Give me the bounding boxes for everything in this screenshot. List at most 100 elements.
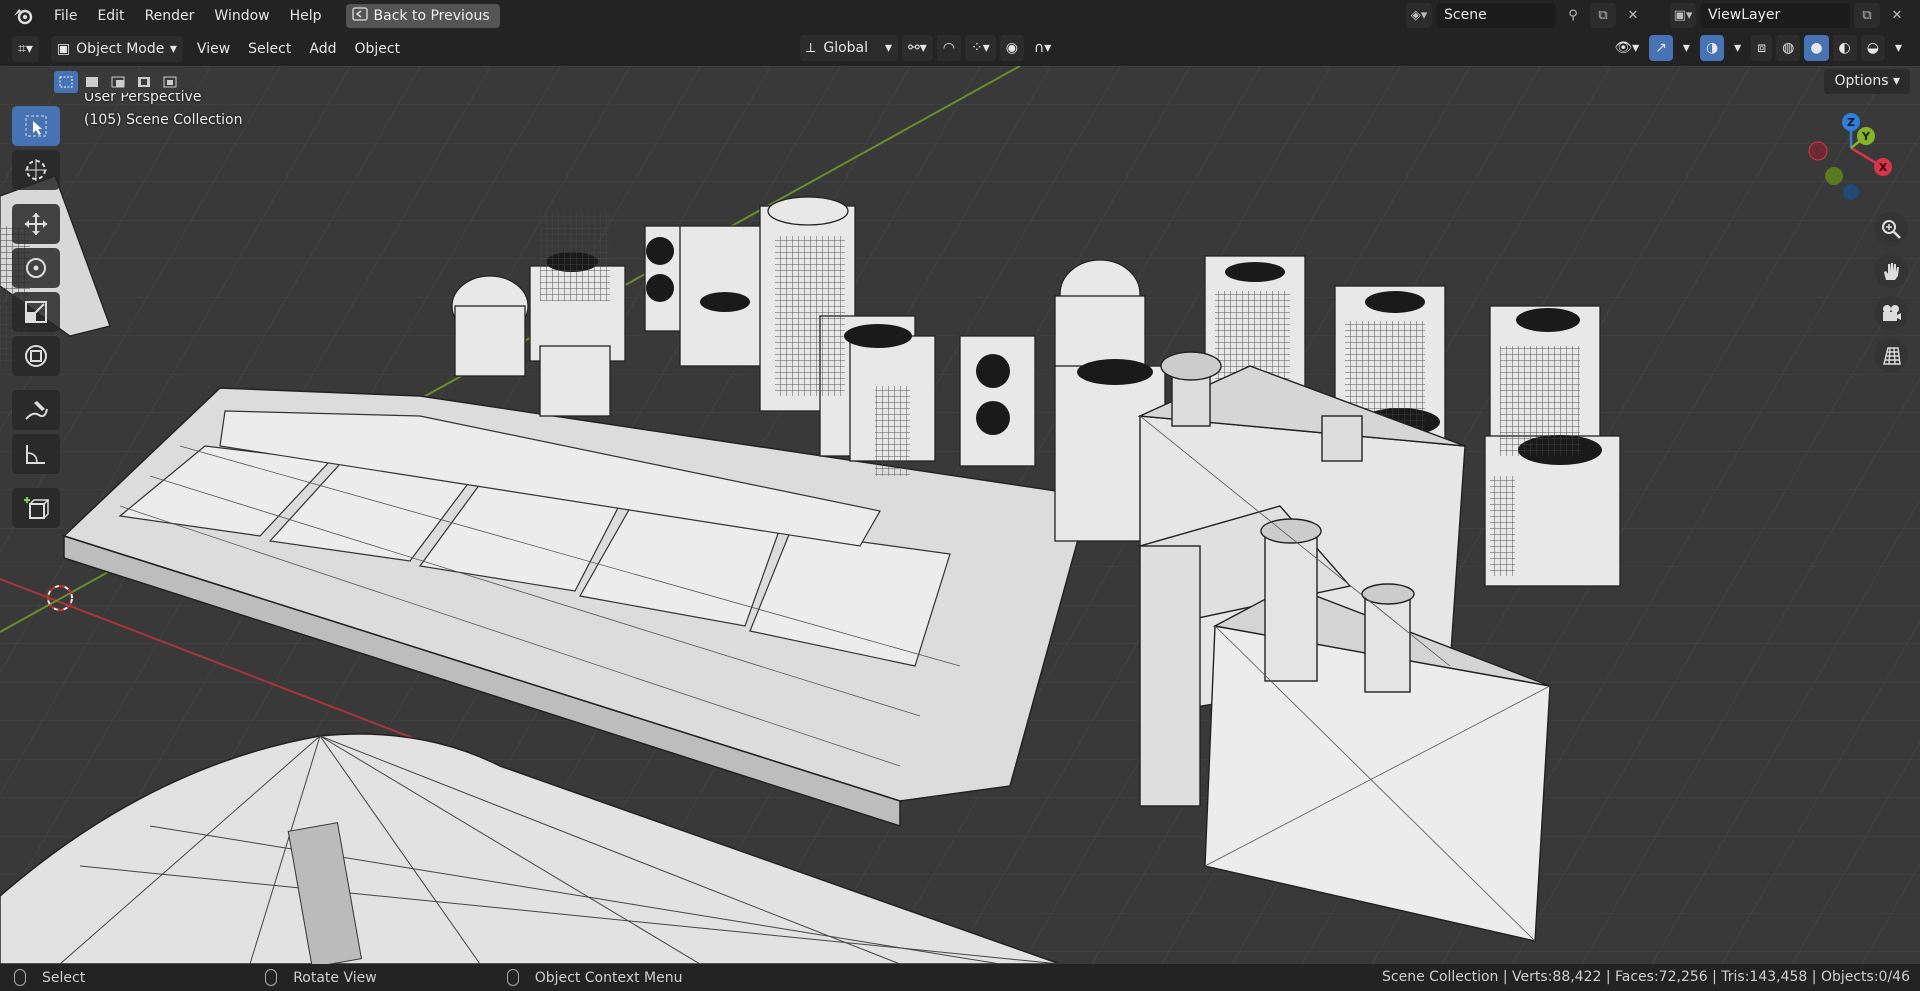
viewport-header: ⌗▾ ▣ Object Mode ▾ View Select Add Objec…	[0, 31, 1920, 66]
proportional-edit-toggle[interactable]: ◉	[999, 35, 1024, 61]
add-cube-icon[interactable]	[12, 488, 60, 528]
menu-render[interactable]: Render	[135, 4, 205, 28]
eye-icon: 👁▾	[1614, 40, 1640, 56]
mode-selector[interactable]: ▣ Object Mode ▾	[50, 35, 183, 62]
pivot-point-button[interactable]: ⚯▾	[902, 35, 933, 61]
top-bar: File Edit Render Window Help Back to Pre…	[0, 0, 1920, 31]
status-select-label: Select	[42, 969, 86, 986]
chevron-down-icon: ▾	[169, 40, 177, 57]
chevron-down-icon: ▾	[1892, 73, 1900, 89]
solid-shading[interactable]: ●	[1804, 35, 1829, 61]
scene-name-field[interactable]: Scene	[1436, 3, 1556, 28]
gizmo-icon: ↗	[1655, 40, 1667, 56]
editor-type-icon: ⌗▾	[18, 40, 33, 57]
snap-toggle[interactable]: ◠	[936, 35, 961, 61]
status-context: Object Context Menu	[506, 969, 683, 986]
transform-controls: ⟂ Global ▾ ⚯▾ ◠ ⁘▾ ◉ ∩▾	[800, 35, 1057, 61]
menu-select[interactable]: Select	[242, 36, 297, 62]
material-shading[interactable]: ◐	[1832, 35, 1857, 61]
new-scene-icon[interactable]: ⧉	[1590, 3, 1616, 28]
mouse-right-icon	[506, 969, 519, 986]
status-rotate-label: Rotate View	[293, 969, 377, 986]
menu-object[interactable]: Object	[348, 36, 406, 62]
scene-render	[0, 66, 1920, 964]
scale-icon[interactable]	[12, 292, 60, 332]
select-intersect-icon[interactable]	[158, 71, 182, 93]
close-view-layer-icon[interactable]: ✕	[1884, 3, 1910, 28]
zoom-icon[interactable]	[1874, 212, 1908, 246]
options-button[interactable]: Options ▾	[1824, 69, 1910, 94]
rendered-shading[interactable]: ◒	[1860, 35, 1885, 61]
camera-icon[interactable]	[1874, 296, 1908, 330]
chevron-down-icon: ▾	[1734, 40, 1742, 56]
menu-view[interactable]: View	[191, 36, 236, 62]
grid-icon[interactable]	[1874, 338, 1908, 372]
visibility-button[interactable]: 👁▾	[1608, 35, 1645, 61]
3d-viewport[interactable]: User Perspective (105) Scene Collection	[0, 66, 1920, 964]
overlay-icon: ◑	[1705, 40, 1719, 56]
menu-add[interactable]: Add	[303, 36, 342, 62]
navigation-gizmo[interactable]: Z Y X	[1796, 112, 1906, 212]
transform-icon[interactable]	[12, 336, 60, 376]
orientation-label: Global	[823, 40, 869, 56]
menu-file[interactable]: File	[44, 4, 87, 28]
svg-text:Z: Z	[1847, 116, 1855, 129]
new-view-layer-icon[interactable]: ⧉	[1854, 3, 1880, 28]
xray-icon: ⧈	[1757, 40, 1767, 56]
chevron-down-icon: ▾	[1894, 40, 1902, 56]
back-to-previous-label: Back to Previous	[373, 7, 490, 24]
transform-orientation-selector[interactable]: ⟂ Global ▾	[800, 35, 898, 61]
status-bar: Select Rotate View Object Context Menu S…	[0, 964, 1920, 991]
orientation-icon: ⟂	[806, 40, 816, 56]
select-box-icon[interactable]	[12, 106, 60, 146]
svg-text:X: X	[1879, 161, 1888, 174]
falloff-button[interactable]: ∩▾	[1028, 35, 1057, 61]
material-icon: ◐	[1838, 40, 1851, 56]
wireframe-shading[interactable]: ◍	[1776, 35, 1801, 61]
falloff-icon: ∩▾	[1033, 40, 1052, 56]
shading-menu[interactable]: ▾	[1889, 35, 1908, 61]
overlay-toggle[interactable]: ◑	[1699, 35, 1725, 61]
mouse-middle-icon	[265, 969, 278, 986]
select-new-icon[interactable]	[54, 71, 78, 93]
select-invert-icon[interactable]	[132, 71, 156, 93]
snap-icon: ◠	[942, 40, 955, 56]
editor-type-button[interactable]: ⌗▾	[12, 35, 39, 62]
blender-logo-icon[interactable]	[10, 3, 36, 29]
xray-toggle[interactable]: ⧈	[1751, 35, 1773, 61]
hand-icon[interactable]	[1874, 254, 1908, 288]
menu-window[interactable]: Window	[204, 4, 279, 28]
pin-icon[interactable]: ⚲	[1560, 3, 1586, 28]
svg-text:Y: Y	[1861, 130, 1871, 143]
scene-selector: ◈▾ Scene ⚲ ⧉ ✕	[1406, 3, 1646, 28]
gizmo-toggle[interactable]: ↗	[1649, 35, 1673, 61]
overlay-menu[interactable]: ▾	[1728, 35, 1747, 61]
view-layer-field[interactable]: ViewLayer	[1700, 3, 1850, 28]
select-extend-icon[interactable]	[80, 71, 104, 93]
mode-label: Object Mode	[76, 40, 165, 57]
close-scene-icon[interactable]: ✕	[1620, 3, 1646, 28]
status-select: Select	[14, 969, 85, 986]
snap-target-button[interactable]: ⁘▾	[964, 35, 996, 61]
menu-edit[interactable]: Edit	[87, 4, 134, 28]
measure-icon[interactable]	[12, 434, 60, 474]
snap-grid-icon: ⁘▾	[970, 40, 990, 56]
object-mode-icon: ▣	[56, 40, 71, 57]
proportional-icon: ◉	[1005, 40, 1018, 56]
back-to-previous-button[interactable]: Back to Previous	[345, 3, 500, 28]
wireframe-icon: ◍	[1782, 40, 1795, 56]
gizmo-menu[interactable]: ▾	[1677, 35, 1696, 61]
annotate-icon[interactable]	[12, 390, 60, 430]
status-context-label: Object Context Menu	[534, 969, 683, 986]
menu-help[interactable]: Help	[280, 4, 332, 28]
rotate-icon[interactable]	[12, 248, 60, 288]
back-icon	[351, 6, 368, 25]
view-layer-icon[interactable]: ▣▾	[1670, 3, 1696, 28]
scene-icon[interactable]: ◈▾	[1406, 3, 1432, 28]
cursor-icon[interactable]	[12, 150, 60, 190]
move-icon[interactable]	[12, 204, 60, 244]
options-label: Options	[1834, 73, 1889, 89]
status-rotate: Rotate View	[265, 969, 377, 986]
collection-label: (105) Scene Collection	[84, 112, 243, 128]
select-subtract-icon[interactable]	[106, 71, 130, 93]
